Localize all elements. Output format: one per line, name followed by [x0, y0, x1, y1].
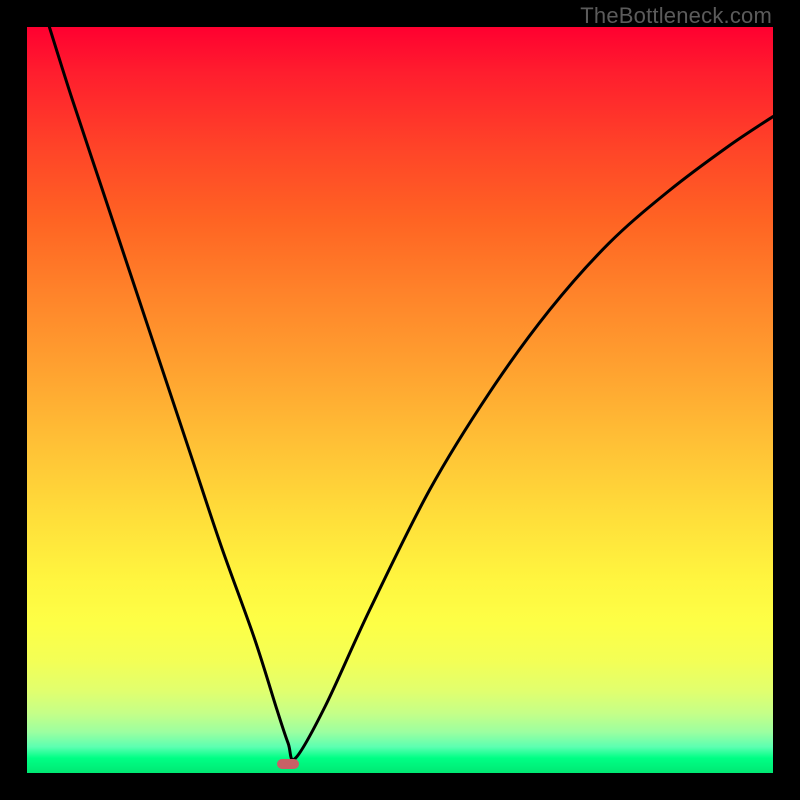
bottleneck-curve: [49, 27, 773, 760]
minimum-marker: [277, 759, 299, 769]
attribution-text: TheBottleneck.com: [580, 3, 772, 29]
plot-area: [27, 27, 773, 773]
curve-svg: [27, 27, 773, 773]
